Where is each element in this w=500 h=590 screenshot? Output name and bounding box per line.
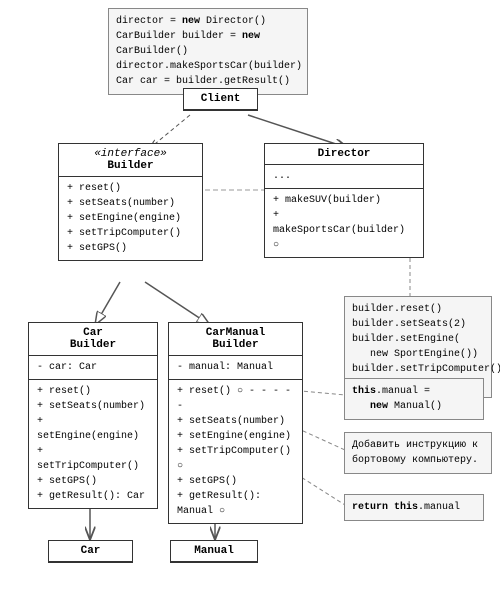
- director-title: Director: [265, 144, 423, 165]
- car-title: Car: [49, 541, 132, 562]
- note-manual-3: return this.manual: [344, 494, 484, 521]
- builder-stereotype: «interface»: [67, 148, 194, 160]
- note-top-line3: director.makeSportsCar(builder): [116, 59, 300, 74]
- note-top-line4: Car car = builder.getResult(): [116, 74, 300, 89]
- note-manual-2: Добавить инструкцию к бортовому компьюте…: [344, 432, 492, 474]
- note-top: director = new Director() CarBuilder bui…: [108, 8, 308, 95]
- car-manual-builder-methods: + reset() ○ - - - - - + setSeats(number)…: [169, 380, 302, 523]
- car-builder-box: CarBuilder - car: Car + reset() + setSea…: [28, 322, 158, 509]
- car-builder-title: CarBuilder: [29, 323, 157, 356]
- builder-name: Builder: [67, 160, 194, 172]
- builder-box: «interface» Builder + reset() + setSeats…: [58, 143, 203, 261]
- client-title: Client: [184, 89, 257, 110]
- director-fields: ...: [265, 165, 423, 189]
- car-builder-fields: - car: Car: [29, 356, 157, 380]
- note-top-line2: CarBuilder builder = new CarBuilder(): [116, 29, 300, 59]
- car-manual-builder-fields: - manual: Manual: [169, 356, 302, 380]
- manual-box: Manual: [170, 540, 258, 563]
- director-methods: + makeSUV(builder) + makeSportsCar(build…: [265, 189, 423, 257]
- manual-title: Manual: [171, 541, 257, 562]
- car-manual-builder-box: CarManualBuilder - manual: Manual + rese…: [168, 322, 303, 524]
- builder-title: «interface» Builder: [59, 144, 202, 177]
- note-top-line1: director = new Director(): [116, 14, 300, 29]
- car-builder-methods: + reset() + setSeats(number) + setEngine…: [29, 380, 157, 508]
- client-box: Client: [183, 88, 258, 111]
- builder-methods: + reset() + setSeats(number) + setEngine…: [59, 177, 202, 260]
- car-box: Car: [48, 540, 133, 563]
- note-manual-1: this.manual = new Manual(): [344, 378, 484, 420]
- car-manual-builder-title: CarManualBuilder: [169, 323, 302, 356]
- diagram: director = new Director() CarBuilder bui…: [0, 0, 500, 590]
- director-box: Director ... + makeSUV(builder) + makeSp…: [264, 143, 424, 258]
